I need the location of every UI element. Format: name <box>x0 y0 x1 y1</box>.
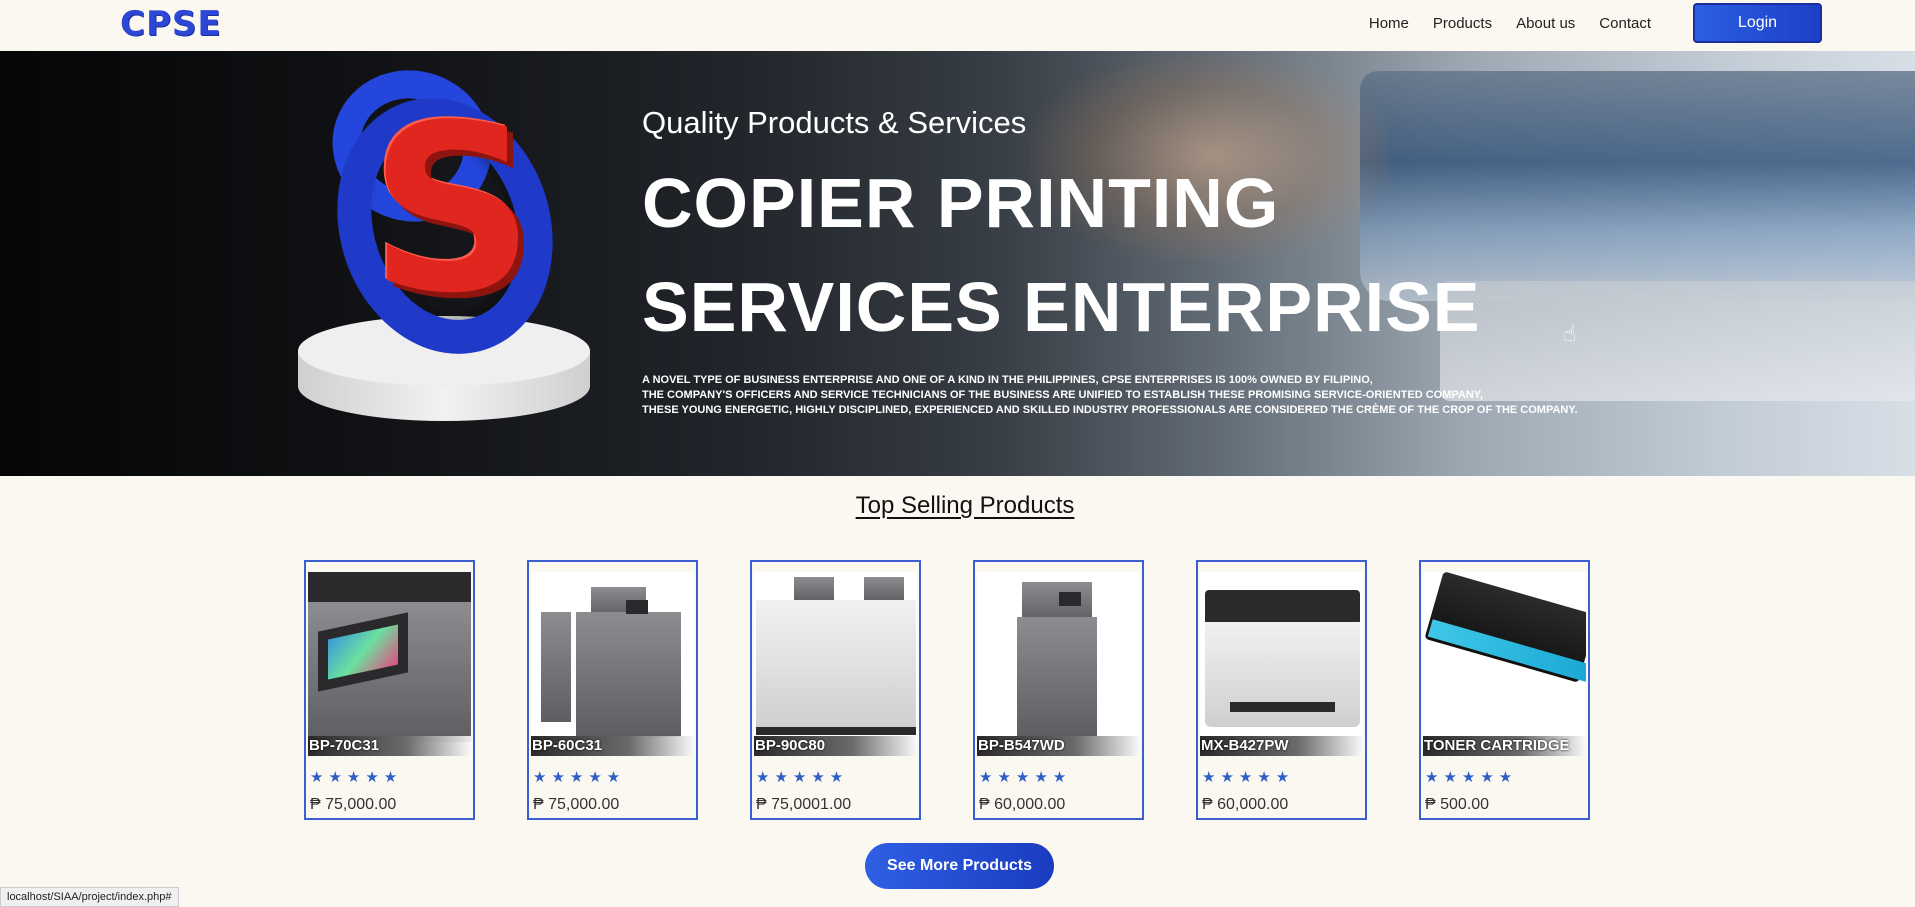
hero-banner: S Quality Products & Services COPIER PRI… <box>0 51 1915 476</box>
hero-description-line: THESE YOUNG ENERGETIC, HIGHLY DISCIPLINE… <box>642 404 1578 416</box>
nav-link-home[interactable]: Home <box>1369 15 1409 32</box>
hero-title-line2: SERVICES ENTERPRISE <box>642 268 1481 346</box>
nav-links: Home Products About us Contact <box>1369 15 1651 32</box>
product-card[interactable]: MX-B427PW ★★★★★ ₱ 60,000.00 <box>1196 560 1367 820</box>
mouse-cursor-icon: ☝ <box>1563 321 1577 346</box>
product-image[interactable] <box>308 572 471 742</box>
star-rating-icon: ★★★★★ <box>1202 769 1295 786</box>
product-card[interactable]: BP-B547WD ★★★★★ ₱ 60,000.00 <box>973 560 1144 820</box>
nav-link-products[interactable]: Products <box>1433 15 1492 32</box>
product-price: ₱ 75,0001.00 <box>756 796 852 813</box>
nav-link-contact[interactable]: Contact <box>1599 15 1651 32</box>
cpse-emblem-logo: S <box>292 51 602 461</box>
product-image[interactable] <box>1200 572 1363 742</box>
product-price: ₱ 60,000.00 <box>979 796 1066 813</box>
section-title-top-selling: Top Selling Products <box>855 492 1075 519</box>
product-name: MX-B427PW <box>1200 736 1363 756</box>
product-price: ₱ 75,000.00 <box>533 796 620 813</box>
nav-link-about-us[interactable]: About us <box>1516 15 1575 32</box>
star-rating-icon: ★★★★★ <box>533 769 626 786</box>
hero-description-line: A NOVEL TYPE OF BUSINESS ENTERPRISE AND … <box>642 374 1373 386</box>
browser-status-bar: localhost/SIAA/project/index.php# <box>0 887 179 907</box>
product-name: BP-B547WD <box>977 736 1140 756</box>
star-rating-icon: ★★★★★ <box>1425 769 1518 786</box>
product-price: ₱ 75,000.00 <box>310 796 397 813</box>
see-more-products-button[interactable]: See More Products <box>865 843 1054 889</box>
hero-title-line1: COPIER PRINTING <box>642 164 1280 242</box>
hero-description: A NOVEL TYPE OF BUSINESS ENTERPRISE AND … <box>642 373 1582 418</box>
star-rating-icon: ★★★★★ <box>756 769 849 786</box>
product-card[interactable]: BP-70C31 ★★★★★ ₱ 75,000.00 <box>304 560 475 820</box>
product-name: BP-70C31 <box>308 736 471 756</box>
product-card[interactable]: TONER CARTRIDGE ★★★★★ ₱ 500.00 <box>1419 560 1590 820</box>
star-rating-icon: ★★★★★ <box>979 769 1072 786</box>
brand-logo[interactable]: CPSE <box>120 4 222 44</box>
product-name: TONER CARTRIDGE <box>1423 736 1586 756</box>
hero-description-line: THE COMPANY'S OFFICERS AND SERVICE TECHN… <box>642 389 1483 401</box>
star-rating-icon: ★★★★★ <box>310 769 403 786</box>
emblem-letter: S <box>369 77 535 344</box>
product-grid: BP-70C31 ★★★★★ ₱ 75,000.00 BP-60C31 ★★★★… <box>304 560 1591 820</box>
product-card[interactable]: BP-90C80 ★★★★★ ₱ 75,0001.00 <box>750 560 921 820</box>
product-name: BP-60C31 <box>531 736 694 756</box>
product-image[interactable] <box>531 572 694 742</box>
product-image[interactable] <box>754 572 917 742</box>
product-card[interactable]: BP-60C31 ★★★★★ ₱ 75,000.00 <box>527 560 698 820</box>
product-price: ₱ 60,000.00 <box>1202 796 1289 813</box>
navbar: CPSE Home Products About us Contact Logi… <box>0 0 1915 50</box>
product-image[interactable] <box>977 572 1140 742</box>
product-image[interactable] <box>1423 572 1586 742</box>
hero-subtitle: Quality Products & Services <box>642 105 1027 140</box>
login-button[interactable]: Login <box>1693 3 1822 43</box>
product-price: ₱ 500.00 <box>1425 796 1490 813</box>
product-name: BP-90C80 <box>754 736 917 756</box>
